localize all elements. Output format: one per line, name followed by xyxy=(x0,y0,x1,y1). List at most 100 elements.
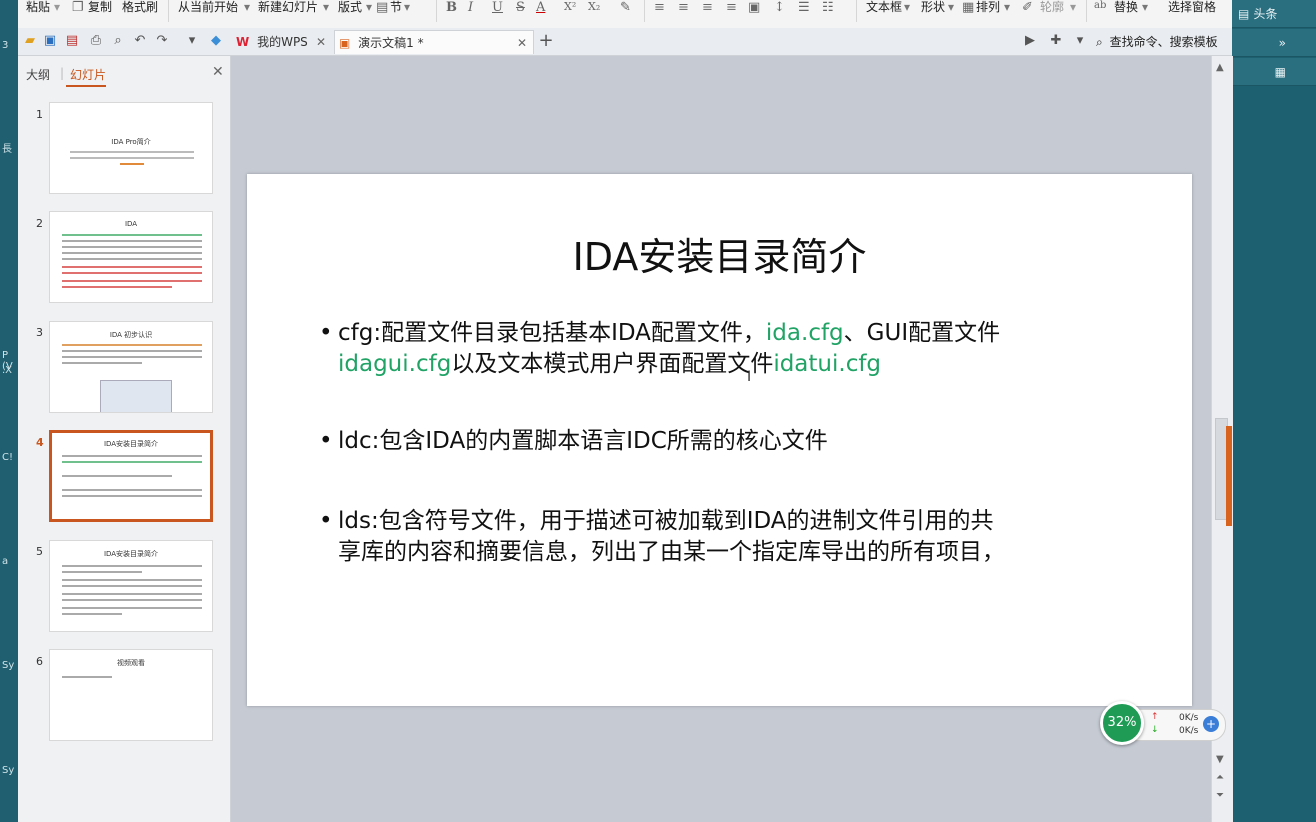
slide-title[interactable]: IDA安装目录简介 xyxy=(247,226,1192,281)
from-current-dropdown-icon[interactable]: ▾ xyxy=(244,0,250,16)
slide-thumbnail-5[interactable]: IDA安装目录简介 xyxy=(49,540,213,632)
text-line xyxy=(62,266,202,268)
thumbnail-title: IDA xyxy=(124,220,138,228)
subscript-button[interactable]: X₂ xyxy=(588,0,600,14)
from-current-button[interactable]: 从当前开始 xyxy=(178,0,238,16)
slide-thumbnail-6[interactable]: 视频观看 xyxy=(49,649,213,741)
bullet-idc[interactable]: • ldc:包含IDA的内置脚本语言IDC所需的核心文件 xyxy=(319,426,1139,457)
line-spacing-icon[interactable]: ↕ xyxy=(774,0,785,15)
expand-tile[interactable]: » xyxy=(1232,29,1316,57)
section-dropdown-icon[interactable]: ▾ xyxy=(404,0,410,16)
plus-icon[interactable]: + xyxy=(1203,716,1219,732)
prev-slide-icon[interactable]: ⏶ xyxy=(1216,772,1224,783)
dropdown-icon[interactable]: ▾ xyxy=(1072,33,1088,49)
section-button[interactable]: 节 xyxy=(390,0,402,16)
cube-icon[interactable]: ◆ xyxy=(208,33,224,49)
text-line xyxy=(62,272,202,274)
strikethrough-button[interactable]: S xyxy=(516,0,525,15)
slide-thumbnail-2[interactable]: IDA xyxy=(49,211,213,303)
pin-icon[interactable]: ✚ xyxy=(1048,33,1064,49)
current-slide[interactable]: IDA安装目录简介 • cfg:配置文件目录包括基本IDA配置文件，ida.cf… xyxy=(247,174,1192,706)
print-preview-icon[interactable]: ⌕ xyxy=(110,33,126,49)
align-right-icon[interactable]: ≡ xyxy=(702,0,713,15)
next-slide-icon[interactable]: ⏷ xyxy=(1216,790,1224,801)
font-color-button[interactable]: A xyxy=(536,0,545,15)
export-pdf-icon[interactable]: ▤ xyxy=(64,33,80,49)
close-icon[interactable]: ✕ xyxy=(212,64,224,80)
numbering-icon[interactable]: ☷ xyxy=(822,0,834,15)
italic-button[interactable]: I xyxy=(468,0,473,15)
slide-thumbnail-3[interactable]: IDA 初步认识 xyxy=(49,321,213,413)
download-arrow-icon: ↓ xyxy=(1151,725,1159,735)
double-chevron-right-icon: » xyxy=(1278,35,1286,50)
bullet-text-highlight: idatui.cfg xyxy=(773,351,882,377)
ribbon-divider xyxy=(436,0,437,22)
slide-thumbnail-4[interactable]: IDA安装目录简介 xyxy=(49,430,213,522)
bullets-icon[interactable]: ☰ xyxy=(798,0,810,15)
format-painter-button[interactable]: 格式刷 xyxy=(122,0,158,16)
tab-outline[interactable]: 大纲 xyxy=(26,66,50,83)
clear-format-icon[interactable]: ✎ xyxy=(620,0,631,15)
outline-button[interactable]: 轮廓 xyxy=(1040,0,1064,16)
shape-button[interactable]: 形状 xyxy=(921,0,945,16)
layout-dropdown-icon[interactable]: ▾ xyxy=(366,0,372,16)
tab-my-wps[interactable]: W 我的WPS ✕ xyxy=(232,30,332,54)
tab-document[interactable]: ▣ 演示文稿1 * ✕ xyxy=(334,30,534,54)
quick-access-dropdown-icon[interactable]: ▾ xyxy=(184,33,200,49)
textbox-button[interactable]: 文本框 xyxy=(866,0,902,16)
redo-icon[interactable]: ↷ xyxy=(154,33,170,49)
close-icon[interactable]: ✕ xyxy=(517,31,527,55)
slide-number: 6 xyxy=(36,655,43,668)
bullet-ids[interactable]: • lds:包含符号文件，用于描述可被加载到IDA的进制文件引用的共 享库的内容… xyxy=(319,506,1139,568)
replace-button[interactable]: 替换 xyxy=(1114,0,1138,16)
tab-slides[interactable]: 幻灯片 xyxy=(70,66,106,83)
bold-button[interactable]: B xyxy=(446,0,457,15)
bullet-cfg[interactable]: • cfg:配置文件目录包括基本IDA配置文件，ida.cfg、GUI配置文件 … xyxy=(319,318,1139,380)
paste-button[interactable]: 粘贴 xyxy=(26,0,50,16)
outline-dropdown-icon[interactable]: ▾ xyxy=(1070,0,1076,16)
qr-tile[interactable]: ▦ xyxy=(1232,58,1316,86)
search-command[interactable]: ⌕ 查找命令、搜索模板 xyxy=(1096,30,1218,54)
underline-button[interactable]: U xyxy=(492,0,503,15)
shape-dropdown-icon[interactable]: ▾ xyxy=(948,0,954,16)
toutiao-tile[interactable]: ▤ 头条 xyxy=(1232,0,1316,28)
slide-thumbnail-1[interactable]: IDA Pro简介 xyxy=(49,102,213,194)
align-center-icon[interactable]: ≡ xyxy=(678,0,689,15)
scroll-down-icon[interactable]: ▼ xyxy=(1216,754,1224,765)
text-line xyxy=(62,676,112,678)
network-speed-widget[interactable]: ↑ 0K/s ↓ 0K/s + 32% xyxy=(1100,701,1226,745)
save-icon[interactable]: ▣ xyxy=(42,33,58,49)
new-slide-dropdown-icon[interactable]: ▾ xyxy=(323,0,329,16)
layout-button[interactable]: 版式 xyxy=(338,0,362,16)
bullet-text-highlight: ida.cfg xyxy=(765,320,844,346)
new-tab-icon[interactable]: + xyxy=(538,32,554,50)
print-icon[interactable]: ⎙ xyxy=(88,33,104,49)
speed-box: ↑ 0K/s ↓ 0K/s + xyxy=(1134,709,1226,741)
paste-dropdown-icon[interactable]: ▾ xyxy=(54,0,60,16)
arrange-icon: ▦ xyxy=(962,0,975,15)
memory-usage-circle[interactable]: 32% xyxy=(1100,701,1144,745)
text-line xyxy=(70,157,194,159)
toutiao-label: 头条 xyxy=(1253,7,1278,21)
undo-icon[interactable]: ↶ xyxy=(132,33,148,49)
text-line xyxy=(62,246,202,248)
distribute-icon[interactable]: ▣ xyxy=(748,0,760,15)
close-icon[interactable]: ✕ xyxy=(316,30,326,54)
text-line xyxy=(120,163,144,165)
copy-button[interactable]: 复制 xyxy=(88,0,112,16)
open-folder-icon[interactable]: ▰ xyxy=(22,33,38,49)
replace-dropdown-icon[interactable]: ▾ xyxy=(1142,0,1148,16)
select-pane-button[interactable]: 选择窗格 xyxy=(1168,0,1216,16)
textbox-dropdown-icon[interactable]: ▾ xyxy=(904,0,910,16)
screen-record-icon[interactable]: ▶ xyxy=(1022,33,1038,49)
scroll-up-icon[interactable]: ▲ xyxy=(1216,62,1224,73)
justify-icon[interactable]: ≡ xyxy=(726,0,737,15)
align-left-icon[interactable]: ≡ xyxy=(654,0,665,15)
arrange-button[interactable]: 排列 xyxy=(976,0,1000,16)
text-line xyxy=(62,258,202,260)
side-panel-handle[interactable] xyxy=(1226,426,1232,526)
superscript-button[interactable]: X² xyxy=(564,0,576,14)
bullet-text: 享库的内容和摘要信息，列出了由某一个指定库导出的所有项目， xyxy=(338,539,1005,565)
new-slide-button[interactable]: 新建幻灯片 xyxy=(258,0,318,16)
arrange-dropdown-icon[interactable]: ▾ xyxy=(1004,0,1010,16)
